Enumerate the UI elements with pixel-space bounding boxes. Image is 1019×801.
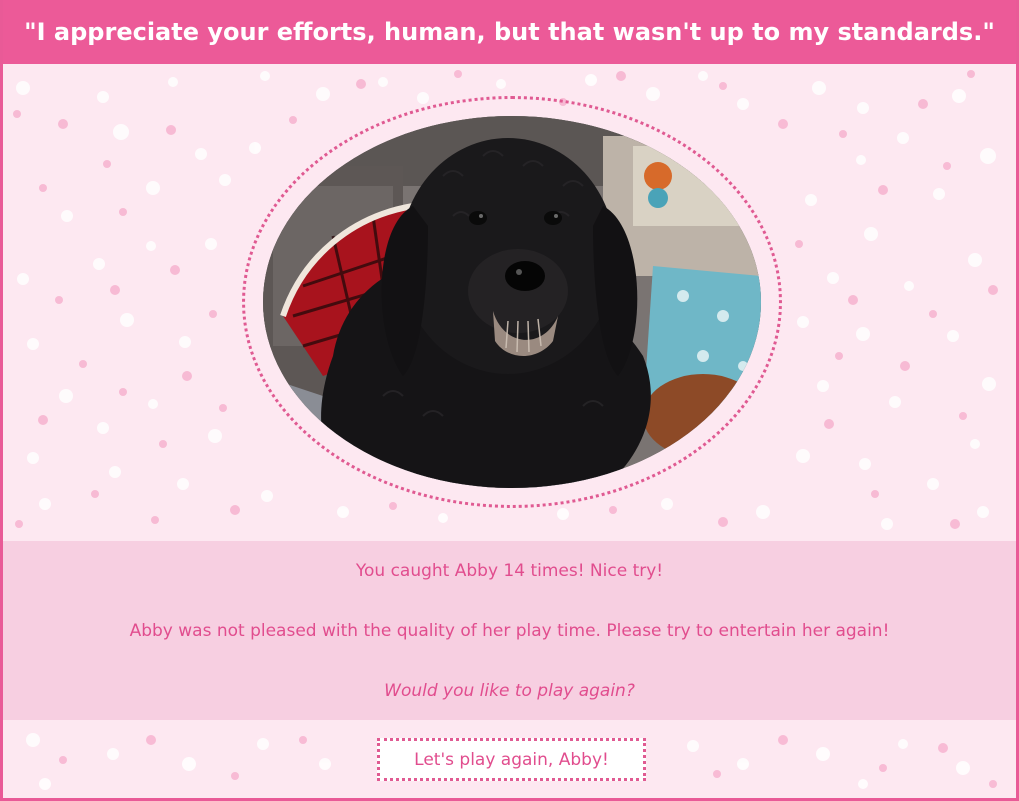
photo-frame bbox=[242, 96, 782, 508]
dog-photo bbox=[263, 116, 761, 488]
header-bar: "I appreciate your efforts, human, but t… bbox=[3, 0, 1016, 64]
game-over-screen: "I appreciate your efforts, human, but t… bbox=[0, 0, 1019, 801]
header-quote: "I appreciate your efforts, human, but t… bbox=[24, 18, 995, 46]
score-message: You caught Abby 14 times! Nice try! bbox=[355, 561, 664, 581]
play-again-button[interactable]: Let's play again, Abby! bbox=[377, 738, 646, 781]
play-again-prompt: Would you like to play again? bbox=[384, 681, 635, 701]
verdict-message: Abby was not pleased with the quality of… bbox=[129, 621, 890, 641]
